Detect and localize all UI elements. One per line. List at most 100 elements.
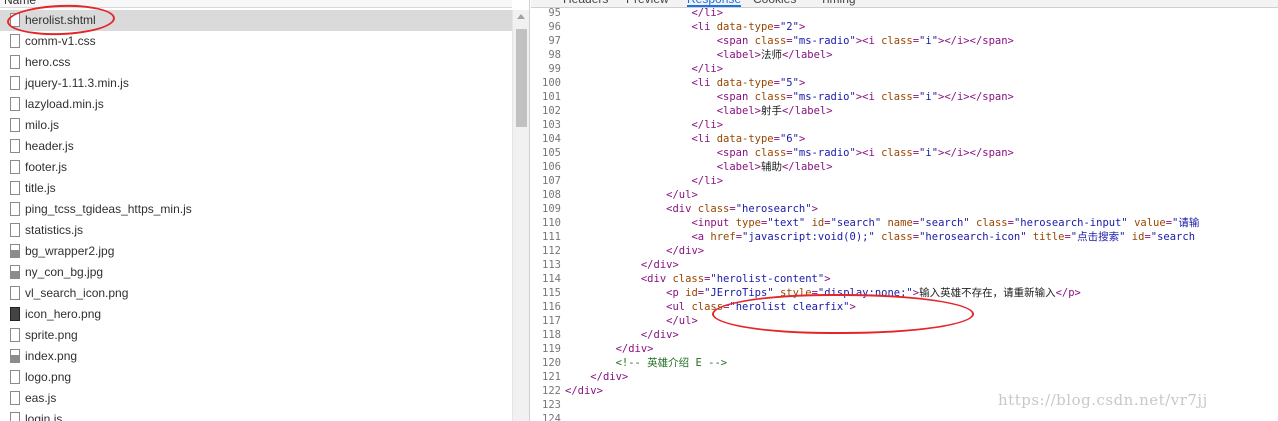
- code-token: 法师: [760, 49, 782, 61]
- code-token: 辅助: [760, 161, 782, 173]
- code-line: </li>: [565, 62, 1199, 76]
- code-token: "i": [919, 35, 939, 47]
- file-name: milo.js: [25, 118, 60, 132]
- file-row[interactable]: ny_con_bg.jpg: [0, 262, 512, 283]
- code-token: ></i></span>: [938, 91, 1014, 103]
- image-icon: [10, 349, 20, 363]
- file-row[interactable]: logo.png: [0, 367, 512, 388]
- code-token: "ms-radio": [792, 147, 856, 159]
- scroll-thumb[interactable]: [516, 29, 527, 127]
- code-token: id: [1131, 231, 1145, 243]
- code-token: type: [735, 217, 761, 229]
- code-token: id: [811, 217, 825, 229]
- file-row[interactable]: sprite.png: [0, 325, 512, 346]
- code-token: class: [697, 203, 730, 215]
- file-row[interactable]: footer.js: [0, 157, 512, 178]
- document-icon: [10, 139, 20, 153]
- file-row[interactable]: header.js: [0, 136, 512, 157]
- file-name: vl_search_icon.png: [25, 286, 129, 300]
- code-token: </li>: [691, 175, 724, 187]
- code-token: "text": [767, 217, 806, 229]
- code-token: data-type: [716, 77, 774, 89]
- code-token: data-type: [716, 133, 774, 145]
- dark-image-icon: [10, 307, 20, 321]
- file-row[interactable]: icon_hero.png: [0, 304, 512, 325]
- code-line: <span class="ms-radio"><i class="i"></i>…: [565, 146, 1199, 160]
- code-token: <span: [716, 35, 755, 47]
- line-number: 107: [542, 175, 561, 187]
- file-row[interactable]: jquery-1.11.3.min.js: [0, 73, 512, 94]
- code-token: ></i></span>: [938, 147, 1014, 159]
- code-token: class: [672, 273, 705, 285]
- code-line: <div class="herolist-content">: [565, 272, 1199, 286]
- code-token: </div>: [590, 371, 629, 383]
- code-token: class: [881, 231, 913, 243]
- line-number: 99: [548, 63, 561, 75]
- code-token: </ul>: [666, 189, 698, 201]
- line-number: 116: [542, 301, 561, 313]
- code-line: </div>: [565, 244, 1199, 258]
- code-token: id: [685, 287, 698, 299]
- file-row[interactable]: login.js: [0, 409, 512, 421]
- code-token: "herosearch": [735, 203, 812, 215]
- file-row[interactable]: vl_search_icon.png: [0, 283, 512, 304]
- file-row[interactable]: index.png: [0, 346, 512, 367]
- code-token: <label>: [716, 161, 761, 173]
- file-row[interactable]: milo.js: [0, 115, 512, 136]
- code-token: data-type: [716, 21, 774, 33]
- document-icon: [10, 286, 20, 300]
- code-token: </li>: [691, 7, 724, 19]
- line-number: 96: [548, 21, 561, 33]
- file-name: ny_con_bg.jpg: [25, 265, 104, 279]
- code-line: </li>: [565, 174, 1199, 188]
- scroll-up-arrow-icon[interactable]: [517, 14, 525, 19]
- line-number: 102: [542, 105, 561, 117]
- file-row[interactable]: lazyload.min.js: [0, 94, 512, 115]
- code-line: </div>: [565, 370, 1199, 384]
- code-token: <label>: [716, 105, 761, 117]
- file-list-scrollbar[interactable]: [512, 10, 529, 421]
- code-line: <li data-type="6">: [565, 132, 1199, 146]
- document-icon: [10, 97, 20, 111]
- line-number: 104: [542, 133, 561, 145]
- code-token: value: [1134, 217, 1166, 229]
- line-number: 115: [542, 287, 561, 299]
- file-row[interactable]: hero.css: [0, 52, 512, 73]
- file-row[interactable]: ping_tcss_tgideas_https_min.js: [0, 199, 512, 220]
- line-number: 124: [542, 413, 561, 421]
- file-row[interactable]: comm-v1.css: [0, 31, 512, 52]
- file-row[interactable]: statistics.js: [0, 220, 512, 241]
- code-token: </div>: [565, 385, 603, 397]
- code-token: "javascript:void(0);": [742, 231, 875, 243]
- code-line: </li>: [565, 6, 1199, 20]
- file-row[interactable]: bg_wrapper2.jpg: [0, 241, 512, 262]
- line-number: 105: [542, 147, 561, 159]
- code-line: <span class="ms-radio"><i class="i"></i>…: [565, 90, 1199, 104]
- code-token: >: [798, 133, 806, 145]
- code-token: </div>: [640, 329, 679, 341]
- code-line: <input type="text" id="search" name="sea…: [565, 216, 1199, 230]
- response-source-code: </li> <li data-type="2"> <span class="ms…: [565, 6, 1199, 421]
- code-token: </div>: [615, 343, 654, 355]
- code-token: </label>: [781, 105, 833, 117]
- document-icon: [10, 412, 20, 421]
- line-number: 98: [548, 49, 561, 61]
- code-token: </li>: [691, 63, 724, 75]
- code-token: "点击搜索": [1070, 231, 1126, 243]
- file-row[interactable]: title.js: [0, 178, 512, 199]
- document-icon: [10, 328, 20, 342]
- code-token: <div: [666, 203, 698, 215]
- document-icon: [10, 160, 20, 174]
- watermark: https://blog.csdn.net/vr7jj: [998, 391, 1208, 409]
- file-row[interactable]: eas.js: [0, 388, 512, 409]
- code-token: <input: [691, 217, 736, 229]
- code-token: "5": [779, 77, 799, 89]
- annotation-circle-herolist-ul: [712, 294, 974, 334]
